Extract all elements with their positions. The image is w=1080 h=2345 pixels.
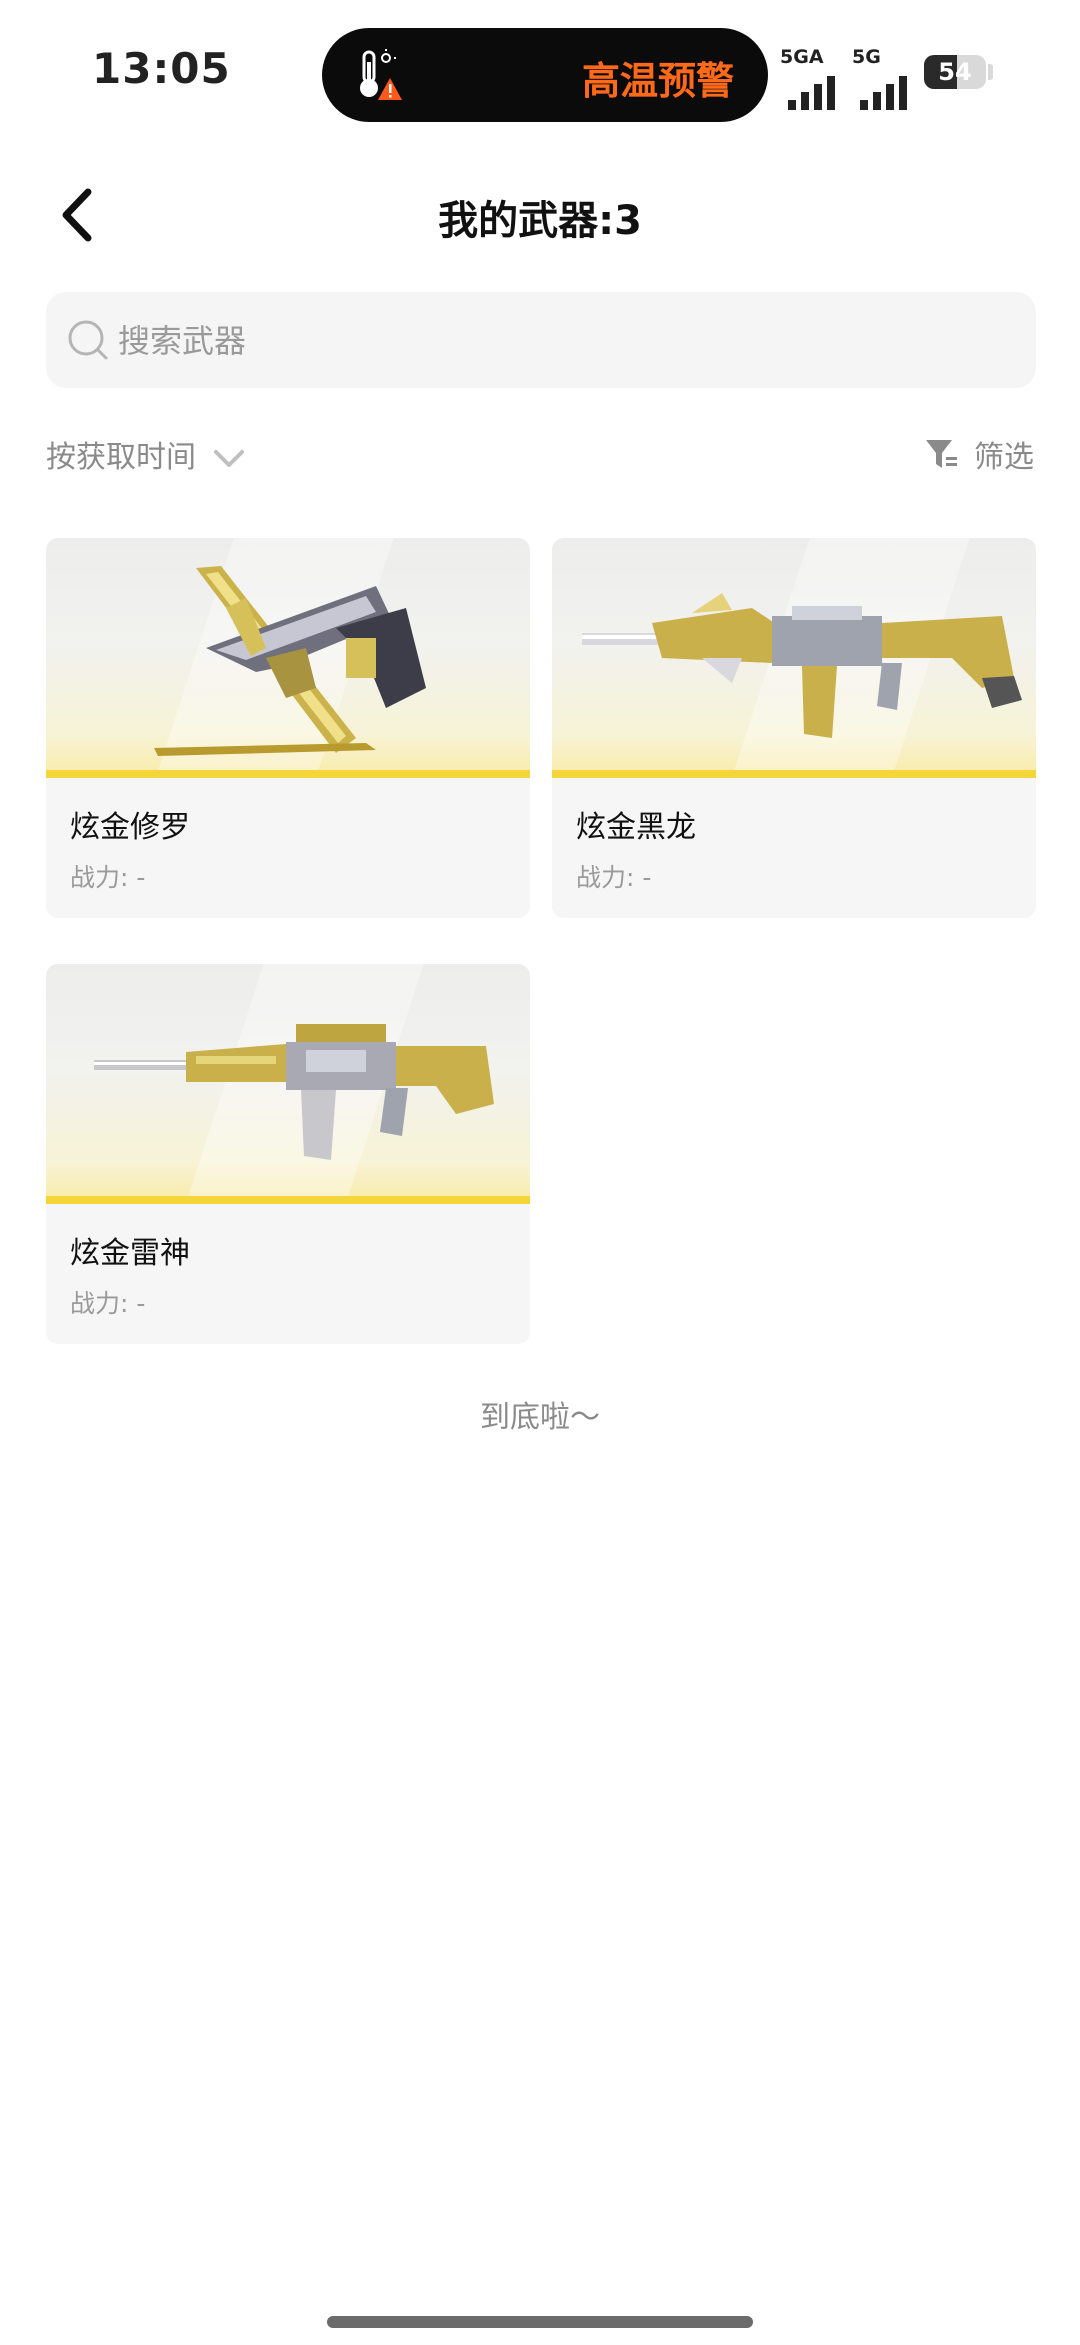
filter-button[interactable]: 筛选 <box>924 432 1034 476</box>
weapon-card[interactable]: 炫金修罗 战力: - <box>46 538 530 918</box>
golden-dragon-rifle-image <box>582 593 1022 738</box>
battery-percent: 54 <box>938 58 972 86</box>
signal-5g-label: 5G <box>852 46 881 68</box>
weapon-card[interactable]: 炫金黑龙 战力: - <box>552 538 1036 918</box>
chevron-down-icon <box>213 449 244 467</box>
weapon-power: 战力: - <box>70 1289 146 1318</box>
weapon-image-area <box>46 538 530 778</box>
weapon-image-area <box>46 964 530 1204</box>
search-icon <box>68 320 108 360</box>
signal-bars-icon <box>788 76 835 110</box>
weapon-power: 战力: - <box>576 863 652 892</box>
funnel-icon <box>926 440 958 468</box>
filter-label: 筛选 <box>974 440 1034 475</box>
end-of-list-text: 到底啦～ <box>480 1400 600 1435</box>
page-title: 我的武器:3 <box>438 198 642 244</box>
thermometer-warning-icon <box>360 49 402 100</box>
rarity-stripe <box>46 1196 530 1204</box>
signal-5ga-label: 5GA <box>780 46 824 68</box>
search-bar[interactable] <box>46 292 1036 390</box>
golden-pistol-with-blades-image <box>154 566 426 756</box>
battery-indicator: 54 <box>924 55 986 89</box>
weapon-name: 炫金修罗 <box>70 810 190 845</box>
signal-bars-icon <box>860 76 907 110</box>
weapon-name: 炫金黑龙 <box>576 810 696 845</box>
high-temp-alert-text: 高温预警 <box>581 59 734 103</box>
weapon-power: 战力: - <box>70 863 146 892</box>
weapons-page: 13:05 高温预警 5GA 5G 54 我的武器:3 搜索武器 按获取时间 筛… <box>0 0 1080 2345</box>
weapon-card[interactable]: 炫金雷神 战力: - <box>46 964 530 1344</box>
status-time: 13:05 <box>92 44 231 93</box>
weapon-name: 炫金雷神 <box>70 1236 190 1271</box>
sort-label: 按获取时间 <box>46 440 196 475</box>
dynamic-island-alert[interactable]: 高温预警 <box>322 28 768 122</box>
weapon-image-area <box>552 538 1036 778</box>
battery-cap <box>988 64 993 80</box>
rarity-stripe <box>552 770 1036 778</box>
sort-dropdown[interactable]: 按获取时间 <box>46 432 246 476</box>
golden-assault-rifle-image <box>94 1024 494 1160</box>
home-indicator[interactable] <box>327 2316 753 2328</box>
search-input[interactable] <box>116 292 1000 390</box>
rarity-stripe <box>46 770 530 778</box>
